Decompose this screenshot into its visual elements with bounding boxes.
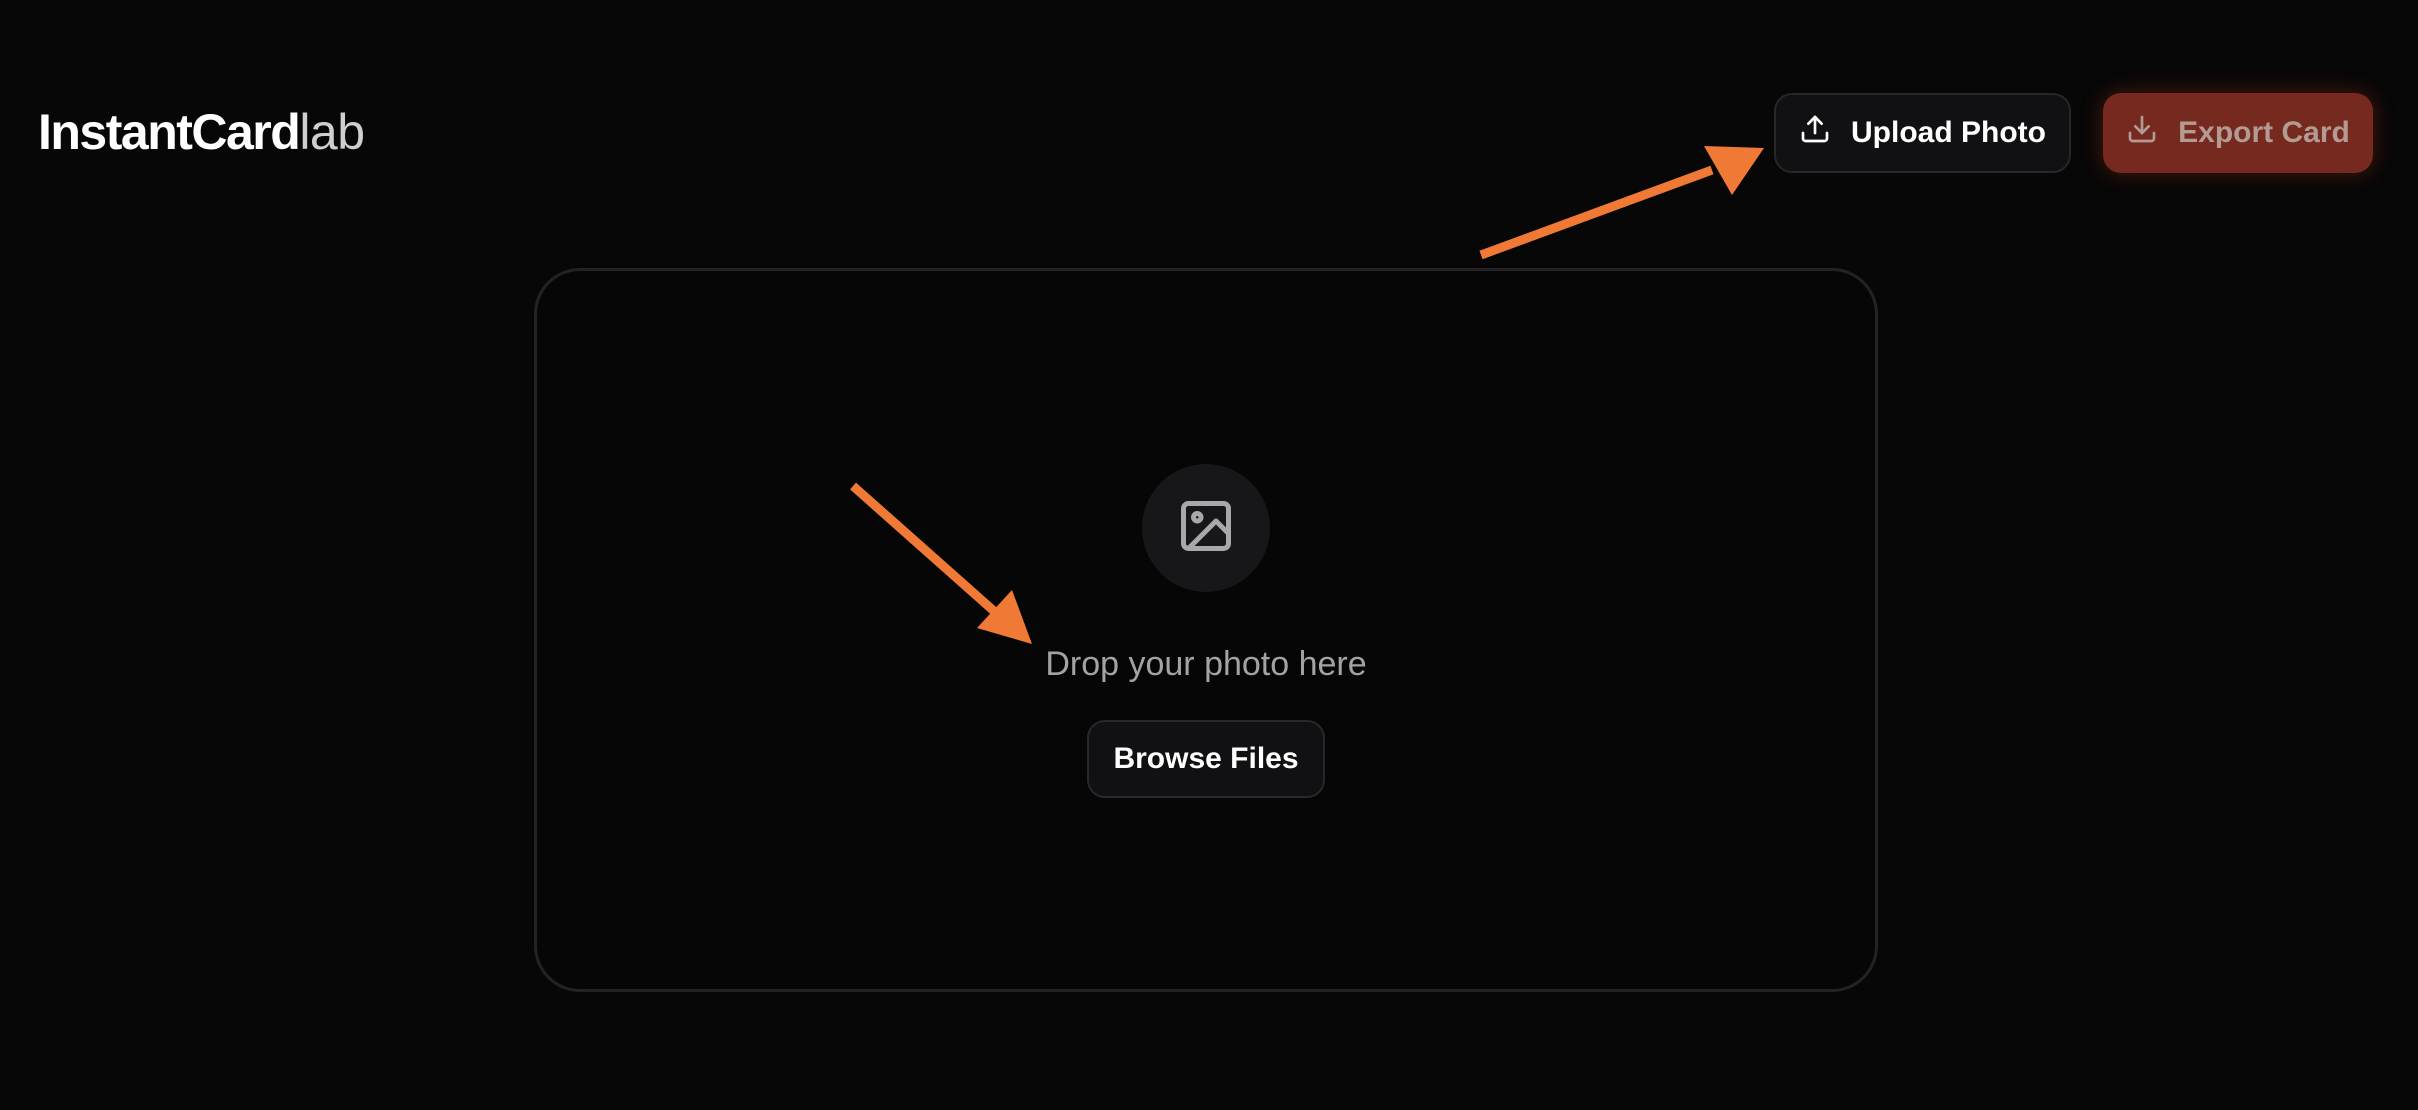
photo-dropzone[interactable] — [534, 268, 1878, 992]
image-icon — [1176, 496, 1236, 561]
upload-photo-button[interactable]: Upload Photo — [1774, 93, 2071, 173]
image-placeholder — [1142, 464, 1270, 592]
export-card-label: Export Card — [2178, 116, 2350, 149]
browse-files-button[interactable]: Browse Files — [1087, 720, 1325, 798]
logo-brand: InstantCard — [38, 104, 301, 160]
annotation-arrow-upload — [1479, 146, 1764, 260]
upload-photo-label: Upload Photo — [1851, 116, 2046, 149]
download-icon — [2126, 113, 2158, 153]
logo-suffix: lab — [299, 104, 365, 160]
export-card-button[interactable]: Export Card — [2103, 93, 2373, 173]
app-page: InstantCardlab Upload Photo Export Card — [0, 0, 2418, 1110]
logo: InstantCardlab — [38, 102, 365, 162]
browse-files-label: Browse Files — [1113, 742, 1299, 775]
drop-prompt: Drop your photo here — [1045, 645, 1367, 683]
upload-icon — [1799, 113, 1831, 153]
